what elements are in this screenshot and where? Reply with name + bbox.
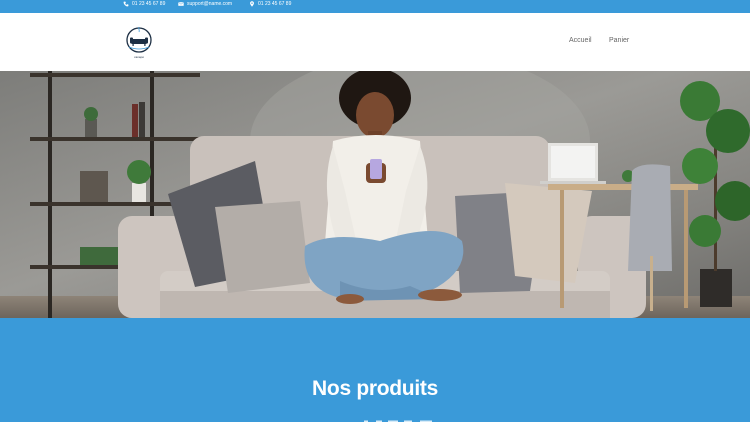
sofa-logo-icon: canapé [126,26,152,59]
phone-number: 01 23 45 67 89 [132,0,166,7]
hero-image [0,71,750,318]
nav-accueil[interactable]: Accueil [569,37,592,44]
location-pin-icon [250,0,254,7]
location-contact[interactable]: 01 23 45 67 89 [249,0,291,7]
top-info-bar: 01 23 45 67 89 support@name.com 01 23 45… [0,0,750,13]
hero-banner [0,71,750,318]
nav-panier[interactable]: Panier [609,37,629,44]
phone-contact[interactable]: 01 23 45 67 89 [123,0,165,7]
products-section: Nos produits [0,318,750,422]
site-logo[interactable]: canapé [125,22,153,62]
mail-icon [178,1,184,6]
section-title: Nos produits [312,377,438,400]
logo-text: canapé [134,55,144,59]
phone-number-secondary: 01 23 45 67 89 [258,0,292,7]
email-contact[interactable]: support@name.com [178,0,232,7]
phone-icon [123,1,129,6]
site-header: canapé Accueil Panier [0,13,750,71]
email-address: support@name.com [187,0,233,7]
